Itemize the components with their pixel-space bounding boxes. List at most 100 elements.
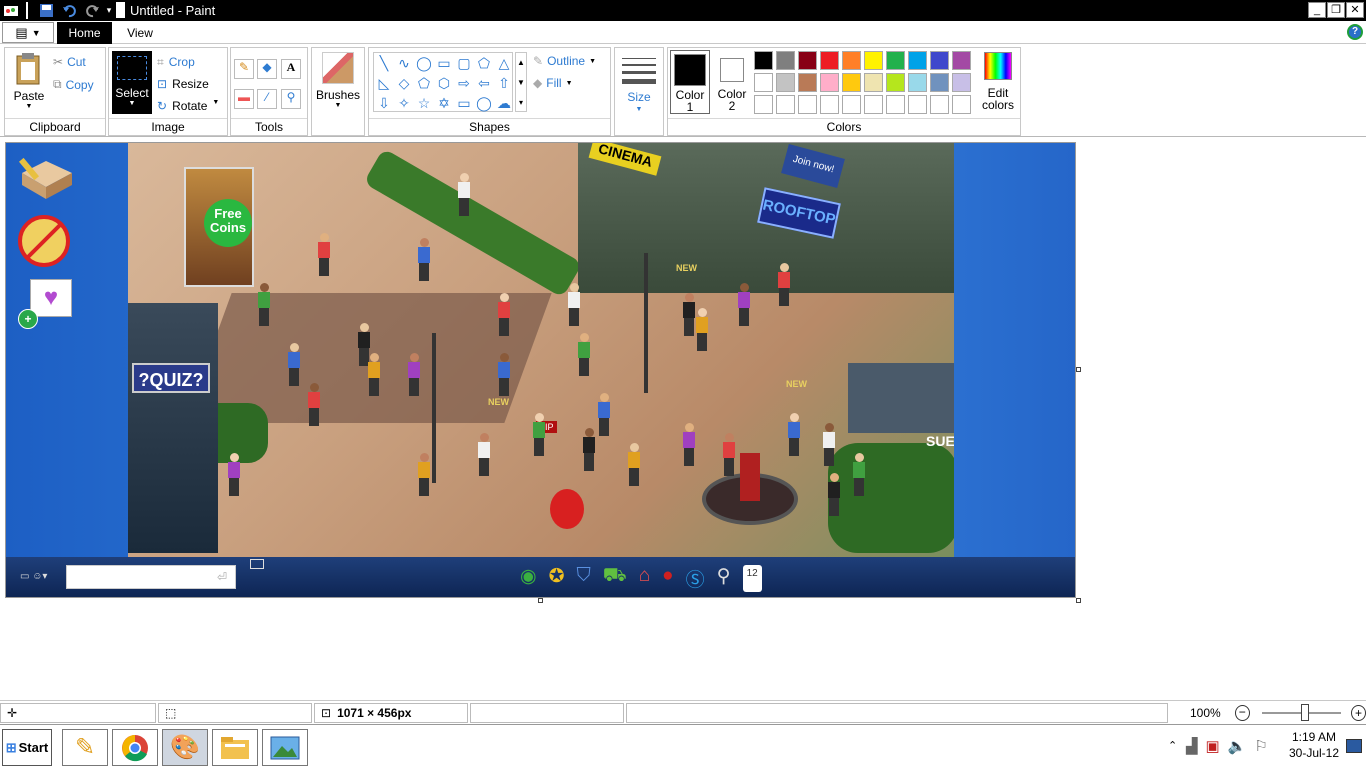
callout-oval-shape-icon[interactable]: ◯: [474, 93, 494, 113]
triangle-shape-icon[interactable]: △: [494, 53, 514, 73]
color-picker-icon[interactable]: ⁄: [257, 89, 277, 109]
show-desktop-icon[interactable]: [1346, 739, 1362, 753]
color-swatch[interactable]: [798, 73, 817, 92]
redo-icon[interactable]: [83, 2, 101, 19]
rounded-rect-shape-icon[interactable]: ▢: [454, 53, 474, 73]
zoom-out-icon[interactable]: −: [1234, 705, 1250, 721]
customize-toolbar-icon[interactable]: ▾: [104, 2, 114, 19]
hexagon-shape-icon[interactable]: ⬡: [434, 73, 454, 93]
photo-viewer-icon[interactable]: [262, 729, 308, 766]
color-swatch[interactable]: [864, 51, 883, 70]
select-button[interactable]: Select ▼: [112, 51, 152, 114]
color-swatch[interactable]: [908, 95, 927, 114]
rotate-button[interactable]: ↻ Rotate ▼: [157, 99, 219, 113]
oval-shape-icon[interactable]: ◯: [414, 53, 434, 73]
start-button[interactable]: ⊞ Start: [2, 729, 52, 766]
minimize-button[interactable]: _: [1308, 2, 1326, 18]
resize-button[interactable]: ⊡ Resize: [157, 77, 209, 91]
color-swatch[interactable]: [754, 73, 773, 92]
color-swatch[interactable]: [776, 73, 795, 92]
taskbar-app-pencil-icon[interactable]: ✎: [62, 729, 108, 766]
color-swatch[interactable]: [798, 51, 817, 70]
scroll-up-icon[interactable]: ▲: [516, 53, 526, 73]
save-icon[interactable]: [37, 2, 55, 19]
color-swatch[interactable]: [952, 51, 971, 70]
tab-view[interactable]: View: [114, 22, 166, 44]
text-tool-icon[interactable]: A: [281, 59, 301, 79]
up-arrow-shape-icon[interactable]: ⇧: [494, 73, 514, 93]
resize-handle-right[interactable]: [1076, 367, 1081, 372]
line-shape-icon[interactable]: ╲: [374, 53, 394, 73]
show-hidden-icons[interactable]: ⌃: [1168, 739, 1177, 752]
color-swatch[interactable]: [952, 73, 971, 92]
volume-icon[interactable]: 🔈: [1228, 737, 1247, 755]
color-swatch[interactable]: [864, 73, 883, 92]
zoom-slider-thumb[interactable]: [1300, 704, 1309, 721]
four-point-star-shape-icon[interactable]: ✧: [394, 93, 414, 113]
file-explorer-icon[interactable]: [212, 729, 258, 766]
clock[interactable]: 1:19 AM 30-Jul-12: [1288, 729, 1340, 761]
restore-button[interactable]: ❐: [1327, 2, 1345, 18]
down-arrow-shape-icon[interactable]: ⇩: [374, 93, 394, 113]
magnifier-icon[interactable]: ⚲: [281, 89, 301, 109]
undo-icon[interactable]: [60, 2, 78, 19]
color-swatch[interactable]: [886, 95, 905, 114]
five-point-star-shape-icon[interactable]: ☆: [414, 93, 434, 113]
color-swatch[interactable]: [798, 95, 817, 114]
game-screenshot-image[interactable]: ♥ + Free Coins CINEMA ROOFTOP Join now! …: [5, 142, 1076, 598]
network-signal-icon[interactable]: ▟: [1186, 737, 1198, 755]
battery-icon[interactable]: ▣: [1206, 737, 1220, 755]
paste-button[interactable]: Paste ▼: [11, 52, 47, 110]
color-swatch[interactable]: [908, 51, 927, 70]
resize-handle-corner[interactable]: [1076, 598, 1081, 603]
fill-button[interactable]: ◆ Fill ▼: [533, 76, 573, 90]
size-group[interactable]: Size ▼: [614, 47, 664, 136]
color-swatch[interactable]: [886, 73, 905, 92]
zoom-slider[interactable]: [1261, 704, 1342, 721]
paint-taskbar-icon[interactable]: 🎨: [162, 729, 208, 766]
brushes-button[interactable]: Brushes ▼: [314, 52, 362, 112]
edit-colors-button[interactable]: Edit colors: [976, 52, 1020, 114]
color-swatch[interactable]: [930, 95, 949, 114]
rectangle-shape-icon[interactable]: ▭: [434, 53, 454, 73]
pencil-icon[interactable]: ✎: [234, 59, 254, 79]
eraser-icon[interactable]: ▬: [234, 89, 254, 109]
color-swatch[interactable]: [820, 95, 839, 114]
color-swatch[interactable]: [754, 95, 773, 114]
color-swatch[interactable]: [952, 95, 971, 114]
help-icon[interactable]: ?: [1347, 24, 1363, 40]
action-center-flag-icon[interactable]: ⚐: [1254, 737, 1267, 755]
color-swatch[interactable]: [930, 73, 949, 92]
polygon-shape-icon[interactable]: ⬠: [474, 53, 494, 73]
left-arrow-shape-icon[interactable]: ⇦: [474, 73, 494, 93]
color-swatch[interactable]: [842, 73, 861, 92]
canvas-area[interactable]: ♥ + Free Coins CINEMA ROOFTOP Join now! …: [0, 137, 1366, 700]
expand-gallery-icon[interactable]: ▾: [516, 93, 526, 113]
fill-bucket-icon[interactable]: ◆: [257, 59, 277, 79]
color1-button[interactable]: Color 1: [670, 50, 710, 114]
callout-cloud-shape-icon[interactable]: ☁: [494, 93, 514, 113]
crop-button[interactable]: ⌗ Crop: [157, 55, 195, 70]
color-swatch[interactable]: [886, 51, 905, 70]
chrome-icon[interactable]: [112, 729, 158, 766]
paint-app-icon[interactable]: [2, 2, 20, 19]
six-point-star-shape-icon[interactable]: ✡: [434, 93, 454, 113]
cut-button[interactable]: ✂ Cut: [53, 55, 86, 69]
scroll-down-icon[interactable]: ▼: [516, 73, 526, 93]
color-swatch[interactable]: [908, 73, 927, 92]
shapes-scroll[interactable]: ▲ ▼ ▾: [515, 52, 527, 112]
right-arrow-shape-icon[interactable]: ⇨: [454, 73, 474, 93]
pentagon-shape-icon[interactable]: ⬠: [414, 73, 434, 93]
color-swatch[interactable]: [864, 95, 883, 114]
color-swatch[interactable]: [820, 51, 839, 70]
right-triangle-shape-icon[interactable]: ◺: [374, 73, 394, 93]
outline-button[interactable]: ✎ Outline ▼: [533, 54, 596, 68]
color-swatch[interactable]: [820, 73, 839, 92]
copy-button[interactable]: ⧉ Copy: [53, 77, 94, 92]
tab-home[interactable]: Home: [57, 22, 112, 44]
color2-button[interactable]: Color 2: [712, 50, 752, 114]
color-swatch[interactable]: [776, 95, 795, 114]
color-swatch[interactable]: [842, 95, 861, 114]
callout-rect-shape-icon[interactable]: ▭: [454, 93, 474, 113]
color-swatch[interactable]: [930, 51, 949, 70]
